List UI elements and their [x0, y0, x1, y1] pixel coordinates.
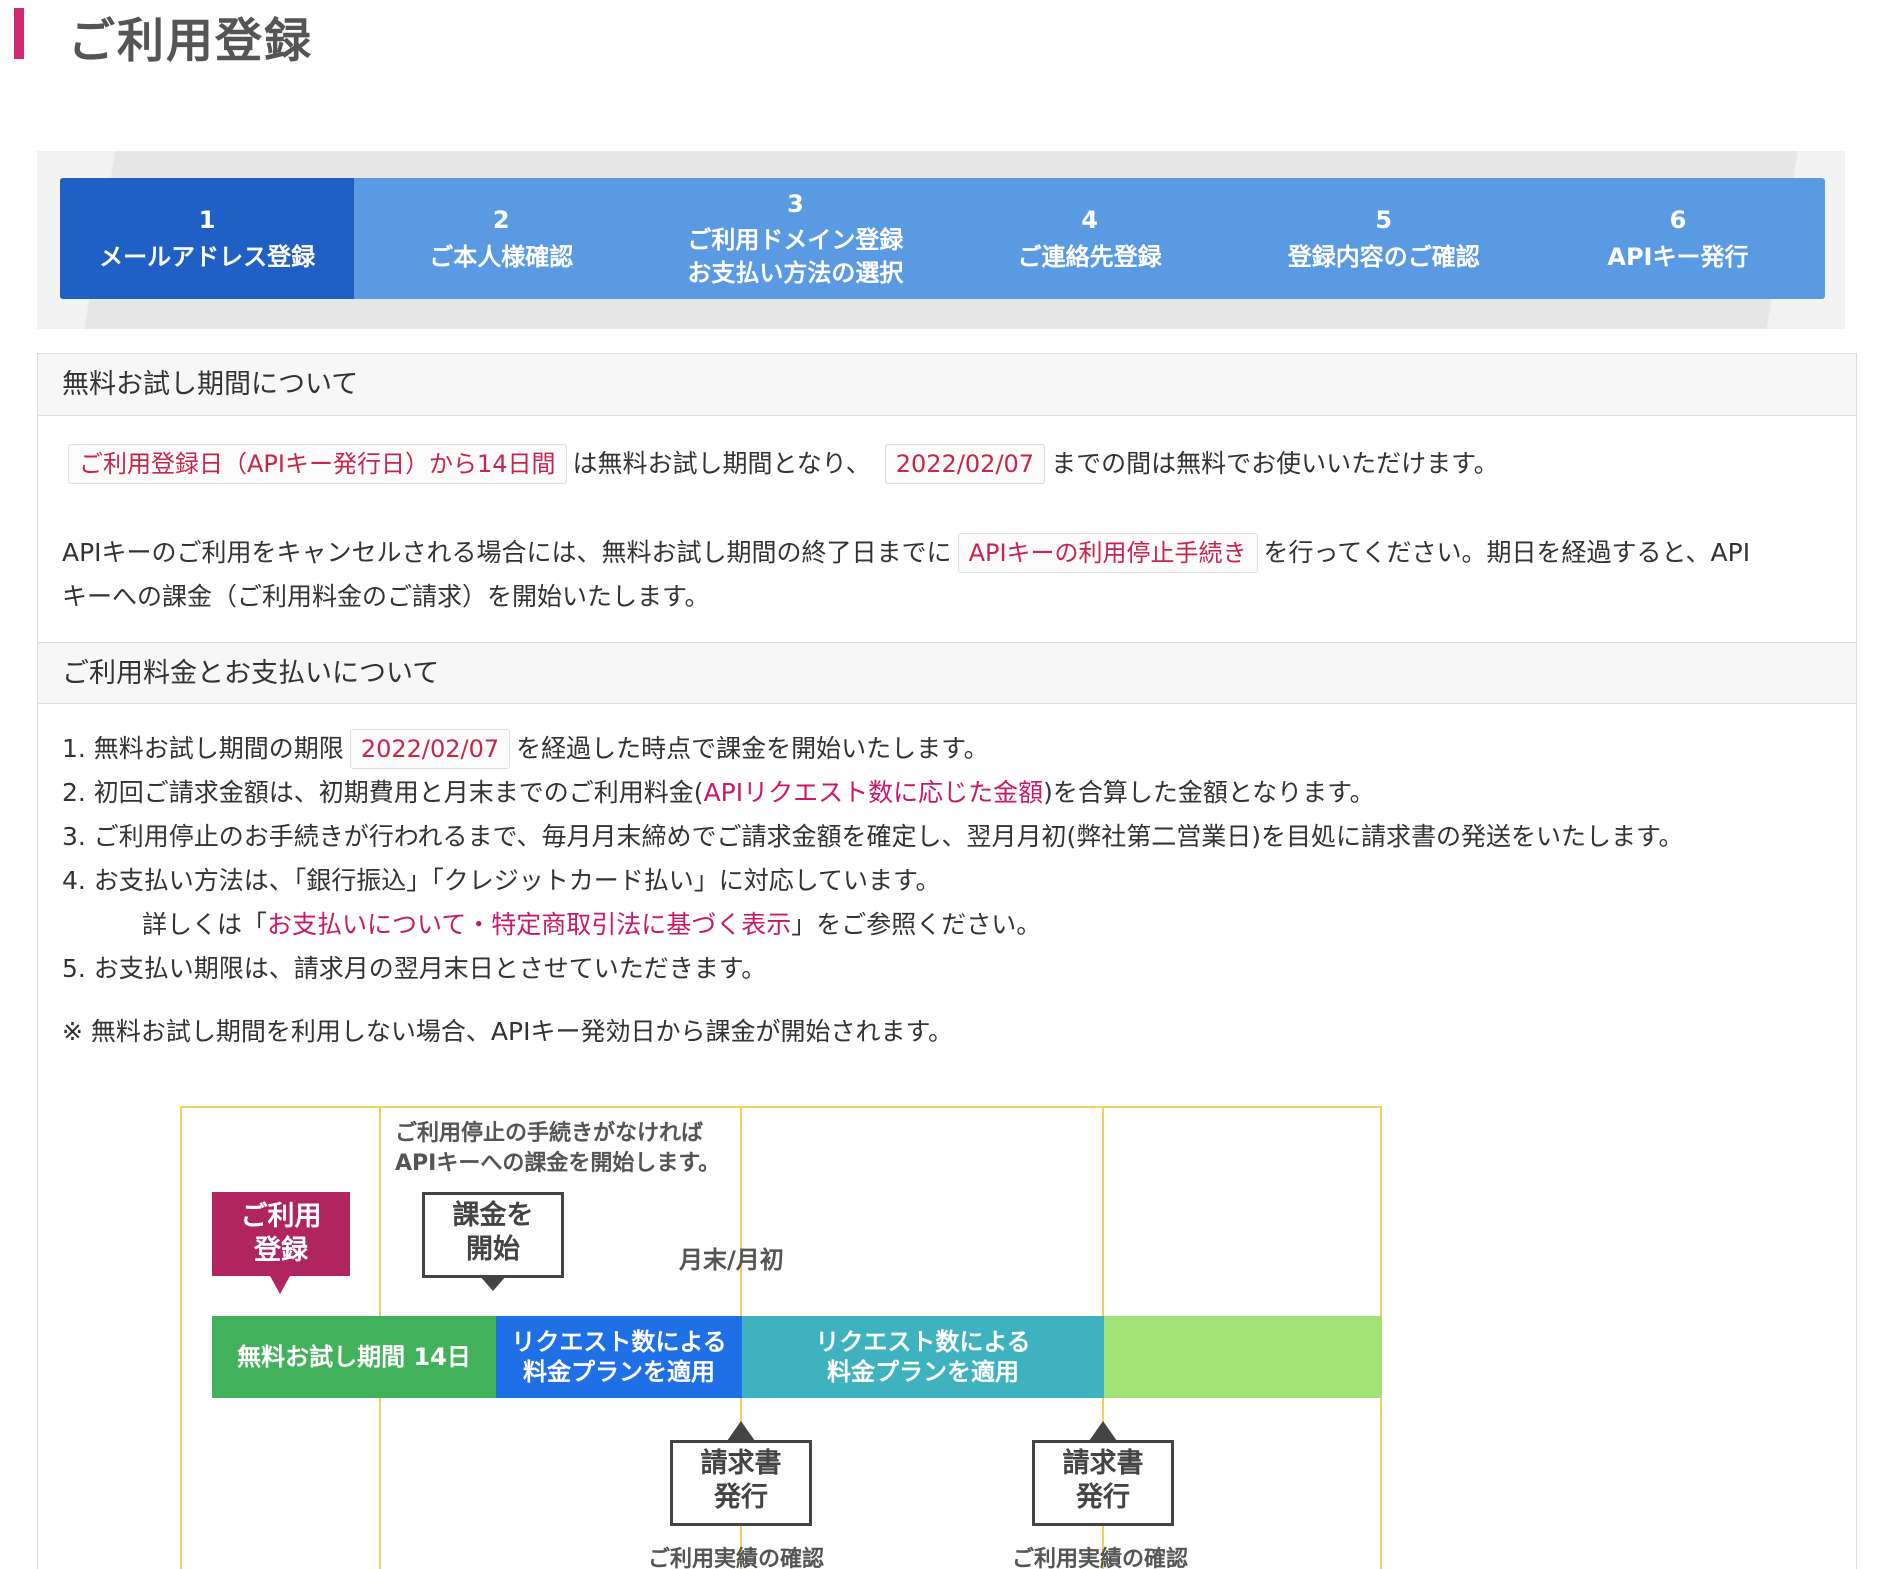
registration-badge-line1: ご利用 — [240, 1201, 322, 1232]
billing-start-note: ご利用停止の手続きがなければ APIキーへの課金を開始します。 — [395, 1119, 720, 1179]
billing-item-1: 1. 無料お試し期間の期限 2022/02/07 を経過した時点で課金を開始いたしま… — [62, 727, 989, 771]
trial-end-date: 2022/02/07 — [884, 444, 1046, 484]
billing-start-note-line1: ご利用停止の手続きがなければ — [395, 1121, 704, 1146]
billing-item-4-detail-start: 詳しくは「 — [142, 910, 268, 939]
step-number: 2 — [492, 206, 510, 235]
step-number: 1 — [198, 206, 216, 235]
billing-note: ※ 無料お試し期間を利用しない場合、APIキー発効日から課金が開始されます。 — [62, 1017, 953, 1046]
step-number: 4 — [1081, 206, 1098, 235]
step-label: ご連絡先登録 — [1017, 242, 1162, 271]
usage-confirmation-caption: ご利用実績の確認 — [1012, 1547, 1189, 1569]
pricing-plan-bar-1-line1: リクエスト数による — [511, 1328, 727, 1356]
registration-badge: ご利用 登録 — [212, 1192, 350, 1294]
billing-start-note-line2: APIキーへの課金を開始します。 — [395, 1151, 721, 1176]
billing-start-callout-line1: 課金を — [452, 1200, 534, 1231]
billing-item-4: 4. お支払い方法は、「銀行振込」「クレジットカード払い」に対応しています。 — [62, 866, 941, 895]
page-title: ご利用登録 — [68, 14, 313, 69]
usage-confirmation-caption: ご利用実績の確認 — [648, 1547, 825, 1569]
month-end-label: 月末/月初 — [679, 1246, 784, 1274]
step-label: ご本人様確認 — [429, 242, 574, 271]
step-confirm-details: 5 登録内容のご確認 — [1237, 178, 1531, 299]
trial-line-3: キーへの課金（ご利用料金のご請求）を開始いたします。 — [62, 582, 710, 611]
step-number: 6 — [1669, 206, 1687, 235]
billing-item-2: 2. 初回ご請求金額は、初期費用と月末までのご利用料金(APIリクエスト数に応じ… — [62, 771, 1375, 815]
step-label: メールアドレス登録 — [99, 242, 316, 271]
invoice-callout-1-line1: 請求書 — [700, 1448, 782, 1479]
registration-steps: 1 メールアドレス登録 2 ご本人様確認 3 ご利用ドメイン登録 お支払い方法の… — [60, 178, 1825, 299]
step-api-key-issue: 6 APIキー発行 — [1531, 178, 1825, 299]
billing-start-callout: 課金を 開始 — [422, 1192, 564, 1291]
billing-start-callout-line2: 開始 — [466, 1234, 520, 1265]
billing-item-1-end: を経過した時点で課金を開始いたします。 — [516, 734, 989, 763]
trial-line-1: ご利用登録日（APIキー発行日）から14日間 は無料お試し期間となり、 2022/… — [62, 442, 1499, 486]
invoice-callout-1-line2: 発行 — [714, 1482, 768, 1513]
next-period-bar — [1104, 1316, 1382, 1398]
step-email-registration: 1 メールアドレス登録 — [60, 178, 355, 299]
invoice-callout-2-line2: 発行 — [1076, 1482, 1130, 1513]
pricing-plan-bar-2-line2: 料金プランを適用 — [827, 1358, 1019, 1386]
title-accent-bar — [14, 8, 24, 59]
step-label: APIキー発行 — [1607, 242, 1749, 271]
trial-line-2: APIキーのご利用をキャンセルされる場合には、無料お試し期間の終了日までに API… — [62, 531, 1750, 575]
step-label: 登録内容のご確認 — [1287, 242, 1480, 271]
registration-badge-line2: 登録 — [254, 1235, 308, 1266]
api-key-stop-procedure: APIキーの利用停止手続き — [957, 533, 1258, 573]
api-request-pricing-link[interactable]: APIリクエスト数に応じた金額 — [704, 778, 1044, 807]
billing-item-4-detail-end: 」をご参照ください。 — [791, 910, 1042, 939]
invoice-callout-2-line1: 請求書 — [1062, 1448, 1144, 1479]
pricing-plan-bar-2-line1: リクエスト数による — [815, 1328, 1031, 1356]
step-label-line2: お支払い方法の選択 — [687, 258, 904, 287]
step-label: ご利用ドメイン登録 — [687, 226, 904, 255]
billing-timeline-diagram: ご利用停止の手続きがなければ APIキーへの課金を開始します。 ご利用 登録 課… — [180, 1106, 1382, 1569]
billing-item-2-start: 2. 初回ご請求金額は、初期費用と月末までのご利用料金( — [62, 778, 704, 807]
step-identity-verification: 2 ご本人様確認 — [354, 178, 648, 299]
trial-line-2-start: APIキーのご利用をキャンセルされる場合には、無料お試し期間の終了日までに — [62, 538, 952, 567]
step-number: 3 — [787, 189, 804, 218]
section-heading-billing: ご利用料金とお支払いについて — [38, 642, 1856, 704]
billing-item-3: 3. ご利用停止のお手続きが行われるまで、毎月月末締めでご請求金額を確定し、翌月… — [62, 822, 1684, 851]
billing-deadline-date: 2022/02/07 — [349, 729, 511, 769]
free-trial-bar: 無料お試し期間 14日 — [212, 1316, 496, 1398]
pricing-plan-bar-1-line2: 料金プランを適用 — [523, 1358, 715, 1386]
trial-line-2-end: を行ってください。期日を経過すると、API — [1263, 538, 1751, 567]
invoice-callout-1: 請求書 発行 — [670, 1421, 812, 1526]
billing-item-1-start: 1. 無料お試し期間の期限 — [62, 734, 344, 763]
billing-item-4-detail: 詳しくは「お支払いについて・特定商取引法に基づく表示」をご参照ください。 — [62, 903, 1041, 947]
payment-commercial-law-link[interactable]: お支払いについて・特定商取引法に基づく表示 — [267, 910, 791, 939]
trial-line-1-end: までの間は無料でお使いいただけます。 — [1051, 449, 1499, 478]
invoice-callout-2: 請求書 発行 — [1032, 1421, 1174, 1526]
billing-item-5: 5. お支払い期限は、請求月の翌月末日とさせていただきます。 — [62, 954, 767, 983]
pricing-plan-bar-1: リクエスト数による 料金プランを適用 — [496, 1316, 742, 1398]
section-heading-free-trial: 無料お試し期間について — [38, 354, 1856, 416]
step-number: 5 — [1375, 206, 1393, 235]
billing-item-2-end: )を合算した金額となります。 — [1043, 778, 1375, 807]
trial-line-1-mid: は無料お試し期間となり、 — [572, 449, 871, 478]
pricing-plan-bar-2: リクエスト数による 料金プランを適用 — [742, 1316, 1104, 1398]
step-contact-registration: 4 ご連絡先登録 — [943, 178, 1237, 299]
trial-period-pill: ご利用登録日（APIキー発行日）から14日間 — [68, 444, 567, 484]
step-domain-payment: 3 ご利用ドメイン登録 お支払い方法の選択 — [648, 178, 942, 299]
